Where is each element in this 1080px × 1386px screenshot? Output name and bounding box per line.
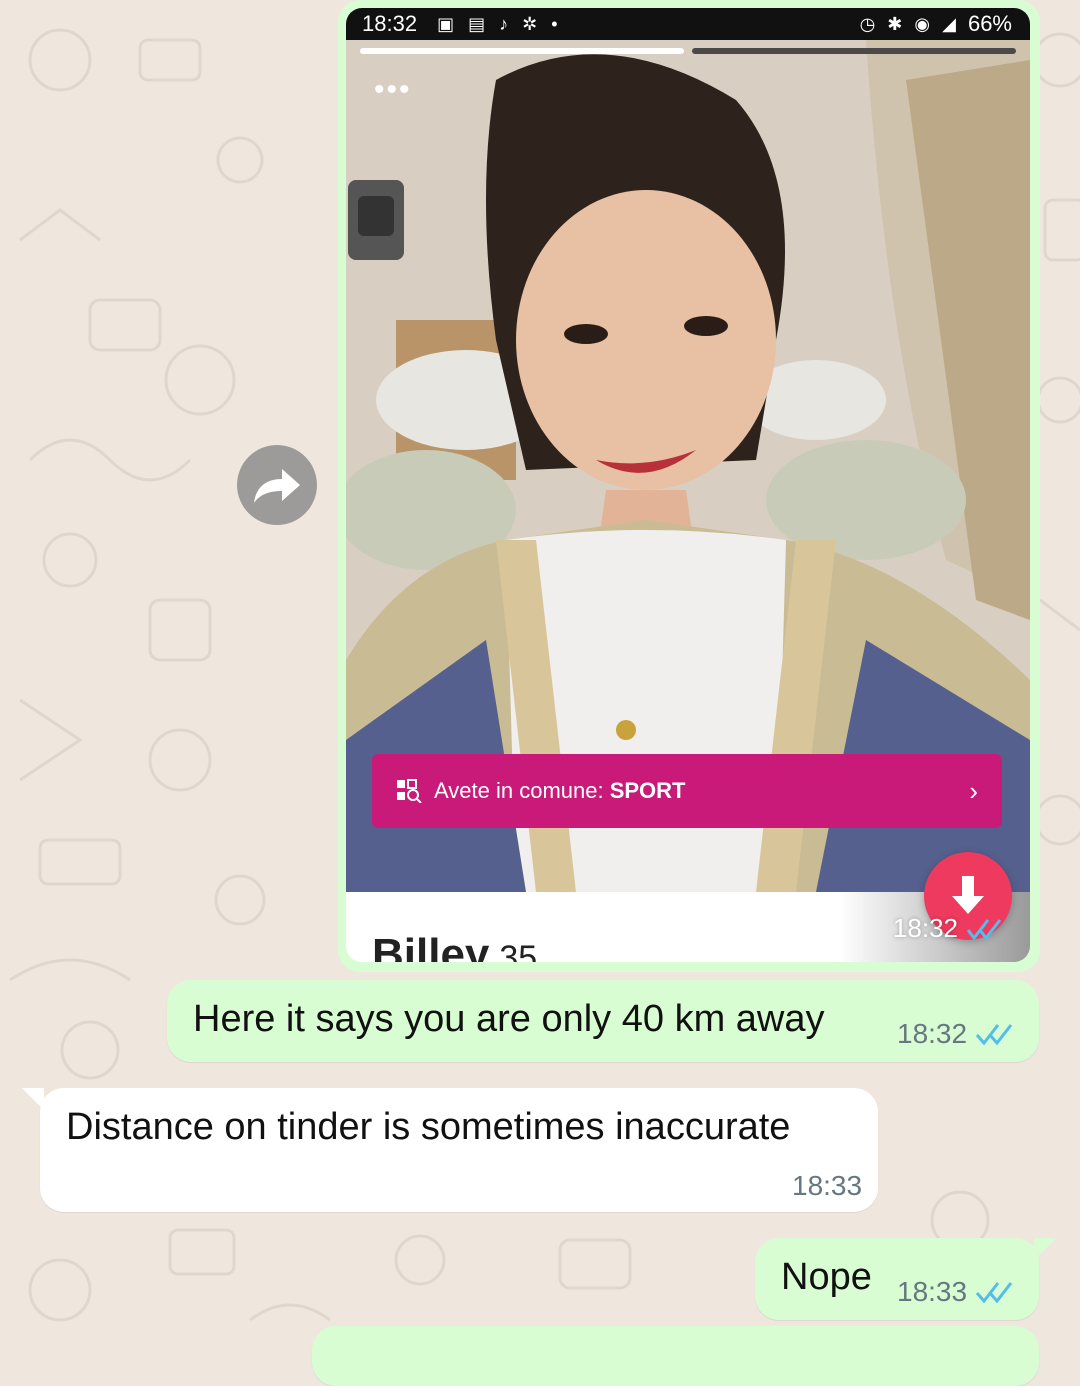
signal-icon: ◢: [942, 13, 956, 34]
double-check-icon: [975, 1024, 1013, 1046]
story-progress: [360, 48, 1016, 54]
image-message-bubble[interactable]: 18:32 ▣ ▤ ♪ ✲ • ◷ ✱ ◉ ◢ 66% ••• Avete in…: [338, 0, 1040, 972]
double-check-icon: [975, 1282, 1013, 1304]
notification-dot-icon: •: [551, 13, 558, 34]
arrow-down-icon: [952, 876, 984, 914]
chevron-right-icon: ›: [969, 775, 978, 806]
message-text: Distance on tinder is sometimes inaccura…: [66, 1106, 791, 1148]
outgoing-message[interactable]: Nope 18:33: [755, 1238, 1039, 1320]
forward-arrow-icon: [254, 469, 300, 503]
forward-button[interactable]: [237, 445, 317, 525]
alarm-icon: ◷: [859, 13, 876, 34]
common-interests-banner[interactable]: Avete in comune: SPORT ›: [372, 754, 1002, 828]
hotspot-icon: ◉: [914, 13, 931, 34]
banner-label: Avete in comune:: [434, 778, 610, 803]
outgoing-message-partial[interactable]: [312, 1326, 1039, 1386]
status-time: 18:32: [362, 11, 418, 36]
bluetooth-icon: ✱: [887, 13, 903, 34]
message-time: 18:32: [897, 1018, 968, 1049]
more-options-icon[interactable]: •••: [374, 75, 412, 105]
slack-icon: ✲: [522, 13, 538, 34]
tiktok-icon: ♪: [499, 13, 509, 34]
message-meta: 18:33: [792, 1170, 862, 1202]
banner-value: SPORT: [609, 778, 686, 803]
teams-icon: ▣: [437, 13, 455, 34]
incoming-message[interactable]: Distance on tinder is sometimes inaccura…: [40, 1088, 878, 1212]
profile-age: 35: [499, 939, 538, 962]
linkedin-icon: ▤: [468, 13, 486, 34]
progress-segment-2: [692, 48, 1016, 54]
message-time: 18:33: [792, 1170, 863, 1201]
message-time: 18:32: [892, 913, 958, 943]
message-meta: 18:32: [897, 1018, 1015, 1050]
message-text: Here it says you are only 40 km away: [193, 998, 825, 1040]
interests-icon: [397, 779, 422, 803]
message-text: Nope: [781, 1256, 872, 1298]
battery-level: 66%: [967, 11, 1012, 36]
image-message-meta: 18:32: [893, 913, 1004, 944]
phone-status-bar: 18:32 ▣ ▤ ♪ ✲ • ◷ ✱ ◉ ◢ 66%: [346, 8, 1030, 40]
double-check-icon: [966, 918, 1002, 940]
profile-name: Billey: [372, 930, 490, 962]
tinder-screenshot[interactable]: 18:32 ▣ ▤ ♪ ✲ • ◷ ✱ ◉ ◢ 66% ••• Avete in…: [346, 8, 1030, 962]
message-time: 18:33: [897, 1276, 968, 1307]
progress-segment-1: [360, 48, 684, 54]
message-meta: 18:33: [897, 1276, 1015, 1308]
outgoing-message[interactable]: Here it says you are only 40 km away 18:…: [167, 980, 1039, 1062]
